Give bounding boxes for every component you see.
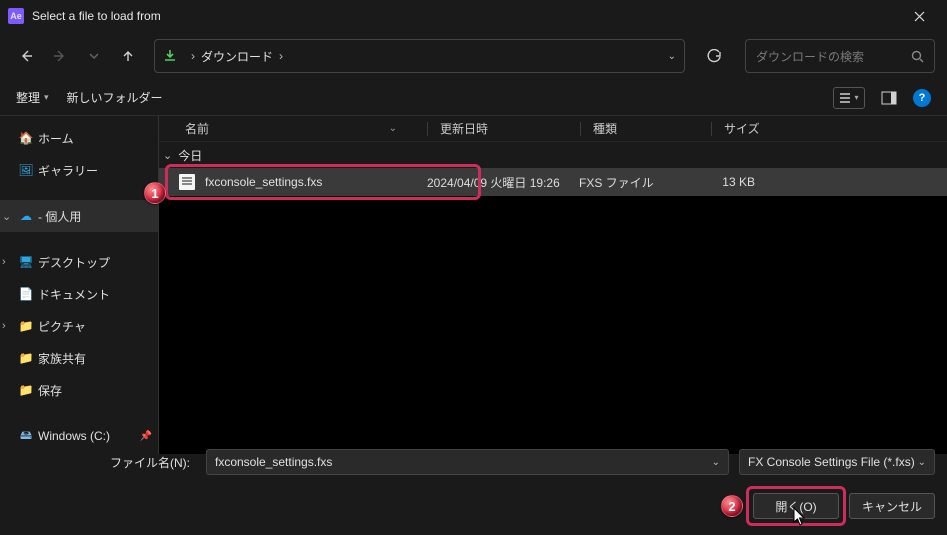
onedrive-icon: ☁	[18, 208, 34, 224]
new-folder-button[interactable]: 新しいフォルダー	[67, 89, 163, 106]
preview-area	[159, 196, 947, 454]
group-today[interactable]: ⌄ 今日	[159, 142, 947, 168]
preview-pane-icon	[881, 91, 897, 105]
breadcrumb-location[interactable]: ダウンロード	[201, 48, 273, 65]
col-date[interactable]: 更新日時	[440, 120, 580, 137]
close-button[interactable]	[899, 0, 939, 32]
body: 🏠ホーム 🖼ギャラリー ⌄☁- 個人用 ›🖥デスクトップ 📄ドキュメント ›📁ピ…	[0, 116, 947, 454]
chevron-down-icon: ⌄	[163, 149, 172, 162]
filename-input[interactable]: fxconsole_settings.fxs ⌄	[206, 449, 729, 475]
file-date: 2024/04/09 火曜日 19:26	[427, 174, 579, 191]
desktop-icon: 🖥	[18, 254, 34, 270]
search-placeholder: ダウンロードの検索	[756, 48, 864, 65]
search-icon	[911, 50, 924, 63]
forward-button[interactable]	[46, 42, 74, 70]
annotation-step-2-wrap: 2	[721, 495, 743, 517]
folder-icon: 📁	[18, 382, 34, 398]
toolbar: 整理 ▾ 新しいフォルダー ▾ ?	[0, 80, 947, 116]
help-button[interactable]: ?	[913, 89, 931, 107]
recent-button[interactable]	[80, 42, 108, 70]
column-headers: 名前 ⌄ 更新日時 種類 サイズ	[159, 116, 947, 142]
sidebar-item-onedrive[interactable]: ⌄☁- 個人用	[0, 200, 158, 232]
file-icon	[179, 174, 195, 190]
document-icon: 📄	[18, 286, 34, 302]
chevron-down-icon[interactable]: ⌄	[2, 210, 16, 223]
breadcrumb-sep: ›	[191, 49, 195, 63]
search-input[interactable]: ダウンロードの検索	[745, 39, 935, 73]
filetype-filter[interactable]: FX Console Settings File (*.fxs) ⌄	[739, 449, 935, 475]
view-menu[interactable]: ▾	[833, 87, 865, 109]
chevron-down-icon[interactable]: ⌄	[918, 457, 926, 468]
sidebar-item-home[interactable]: 🏠ホーム	[0, 122, 158, 154]
breadcrumb-sep: ›	[279, 49, 283, 63]
download-icon	[163, 48, 177, 65]
folder-icon: 📁	[18, 350, 34, 366]
sidebar-item-saved[interactable]: 📁保存	[0, 374, 158, 406]
sidebar-item-documents[interactable]: 📄ドキュメント	[0, 278, 158, 310]
file-list: 名前 ⌄ 更新日時 種類 サイズ ⌄ 今日 fxconsole_settings.…	[159, 116, 947, 454]
chevron-down-icon	[88, 50, 100, 62]
list-view-icon	[839, 92, 851, 104]
col-type[interactable]: 種類	[593, 120, 711, 137]
col-name[interactable]: 名前	[185, 120, 209, 137]
sort-indicator-icon: ⌄	[389, 123, 397, 134]
preview-pane-button[interactable]	[879, 88, 899, 108]
arrow-right-icon	[53, 49, 67, 63]
footer: ファイル名(N): fxconsole_settings.fxs ⌄ FX Co…	[0, 439, 947, 535]
arrow-up-icon	[121, 49, 135, 63]
home-icon: 🏠	[18, 130, 34, 146]
annotation-step-2: 2	[721, 495, 743, 517]
cancel-button[interactable]: キャンセル	[849, 493, 935, 519]
window-title: Select a file to load from	[32, 9, 899, 23]
titlebar: Ae Select a file to load from	[0, 0, 947, 32]
file-row[interactable]: fxconsole_settings.fxs 2024/04/09 火曜日 19…	[159, 168, 947, 196]
col-size[interactable]: サイズ	[724, 120, 794, 137]
sidebar-item-gallery[interactable]: 🖼ギャラリー	[0, 154, 158, 186]
close-icon	[914, 11, 925, 22]
file-size: 13 KB	[697, 175, 755, 189]
up-button[interactable]	[114, 42, 142, 70]
navbar: › ダウンロード › ⌄ ダウンロードの検索	[0, 32, 947, 80]
file-type: FXS ファイル	[579, 174, 697, 191]
chevron-right-icon[interactable]: ›	[2, 256, 16, 268]
annotation-step-1: 1	[144, 182, 166, 204]
arrow-left-icon	[19, 49, 33, 63]
gallery-icon: 🖼	[18, 162, 34, 178]
sidebar-item-pictures[interactable]: ›📁ピクチャ	[0, 310, 158, 342]
refresh-button[interactable]	[697, 39, 731, 73]
chevron-down-icon[interactable]: ⌄	[712, 457, 720, 468]
sidebar-item-family[interactable]: 📁家族共有	[0, 342, 158, 374]
cursor-icon	[792, 507, 808, 527]
chevron-right-icon[interactable]: ›	[2, 320, 16, 332]
refresh-icon	[707, 49, 722, 64]
file-name: fxconsole_settings.fxs	[205, 175, 427, 189]
filename-label: ファイル名(N):	[12, 454, 196, 471]
organize-menu[interactable]: 整理 ▾	[16, 89, 49, 106]
sidebar: 🏠ホーム 🖼ギャラリー ⌄☁- 個人用 ›🖥デスクトップ 📄ドキュメント ›📁ピ…	[0, 116, 158, 454]
folder-icon: 📁	[18, 318, 34, 334]
back-button[interactable]	[12, 42, 40, 70]
address-bar[interactable]: › ダウンロード › ⌄	[154, 39, 685, 73]
app-icon: Ae	[8, 8, 24, 24]
address-dropdown[interactable]: ⌄	[668, 51, 676, 62]
sidebar-item-desktop[interactable]: ›🖥デスクトップ	[0, 246, 158, 278]
